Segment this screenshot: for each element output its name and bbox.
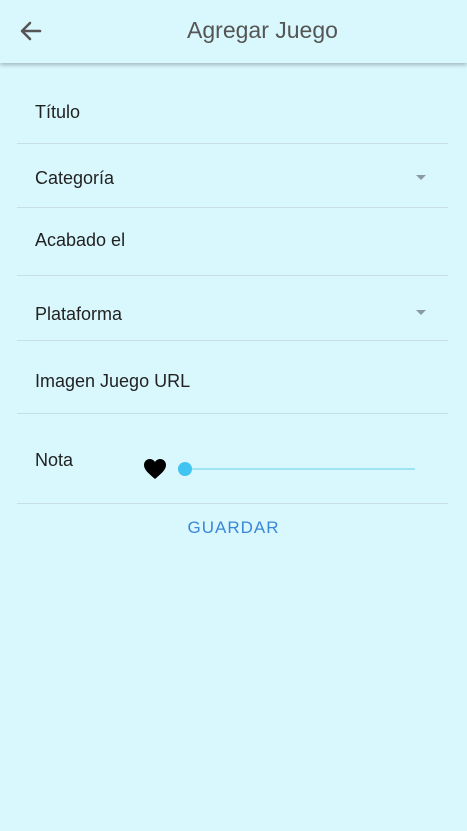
imagen-url-field[interactable]: Imagen Juego URL <box>17 341 448 414</box>
nota-label: Nota <box>35 450 74 470</box>
app-bar: Agregar Juego <box>0 0 467 63</box>
plataforma-label: Plataforma <box>35 304 123 324</box>
save-button[interactable]: GUARDAR <box>0 518 467 538</box>
nota-slider-track[interactable] <box>185 468 415 470</box>
titulo-field[interactable]: Título <box>17 78 448 144</box>
categoria-dropdown[interactable]: Categoría <box>17 144 448 208</box>
titulo-label: Título <box>35 102 81 122</box>
imagen-url-label: Imagen Juego URL <box>35 371 191 391</box>
plataforma-dropdown[interactable]: Plataforma <box>17 276 448 341</box>
page-title: Agregar Juego <box>187 17 338 43</box>
categoria-label: Categoría <box>35 168 115 188</box>
chevron-down-icon <box>416 310 426 315</box>
acabado-field[interactable]: Acabado el <box>17 208 448 276</box>
nota-slider-thumb[interactable] <box>178 462 192 476</box>
chevron-down-icon <box>416 175 426 180</box>
heart-icon <box>144 459 166 479</box>
acabado-label: Acabado el <box>35 230 126 250</box>
nota-row: Nota <box>17 414 448 504</box>
